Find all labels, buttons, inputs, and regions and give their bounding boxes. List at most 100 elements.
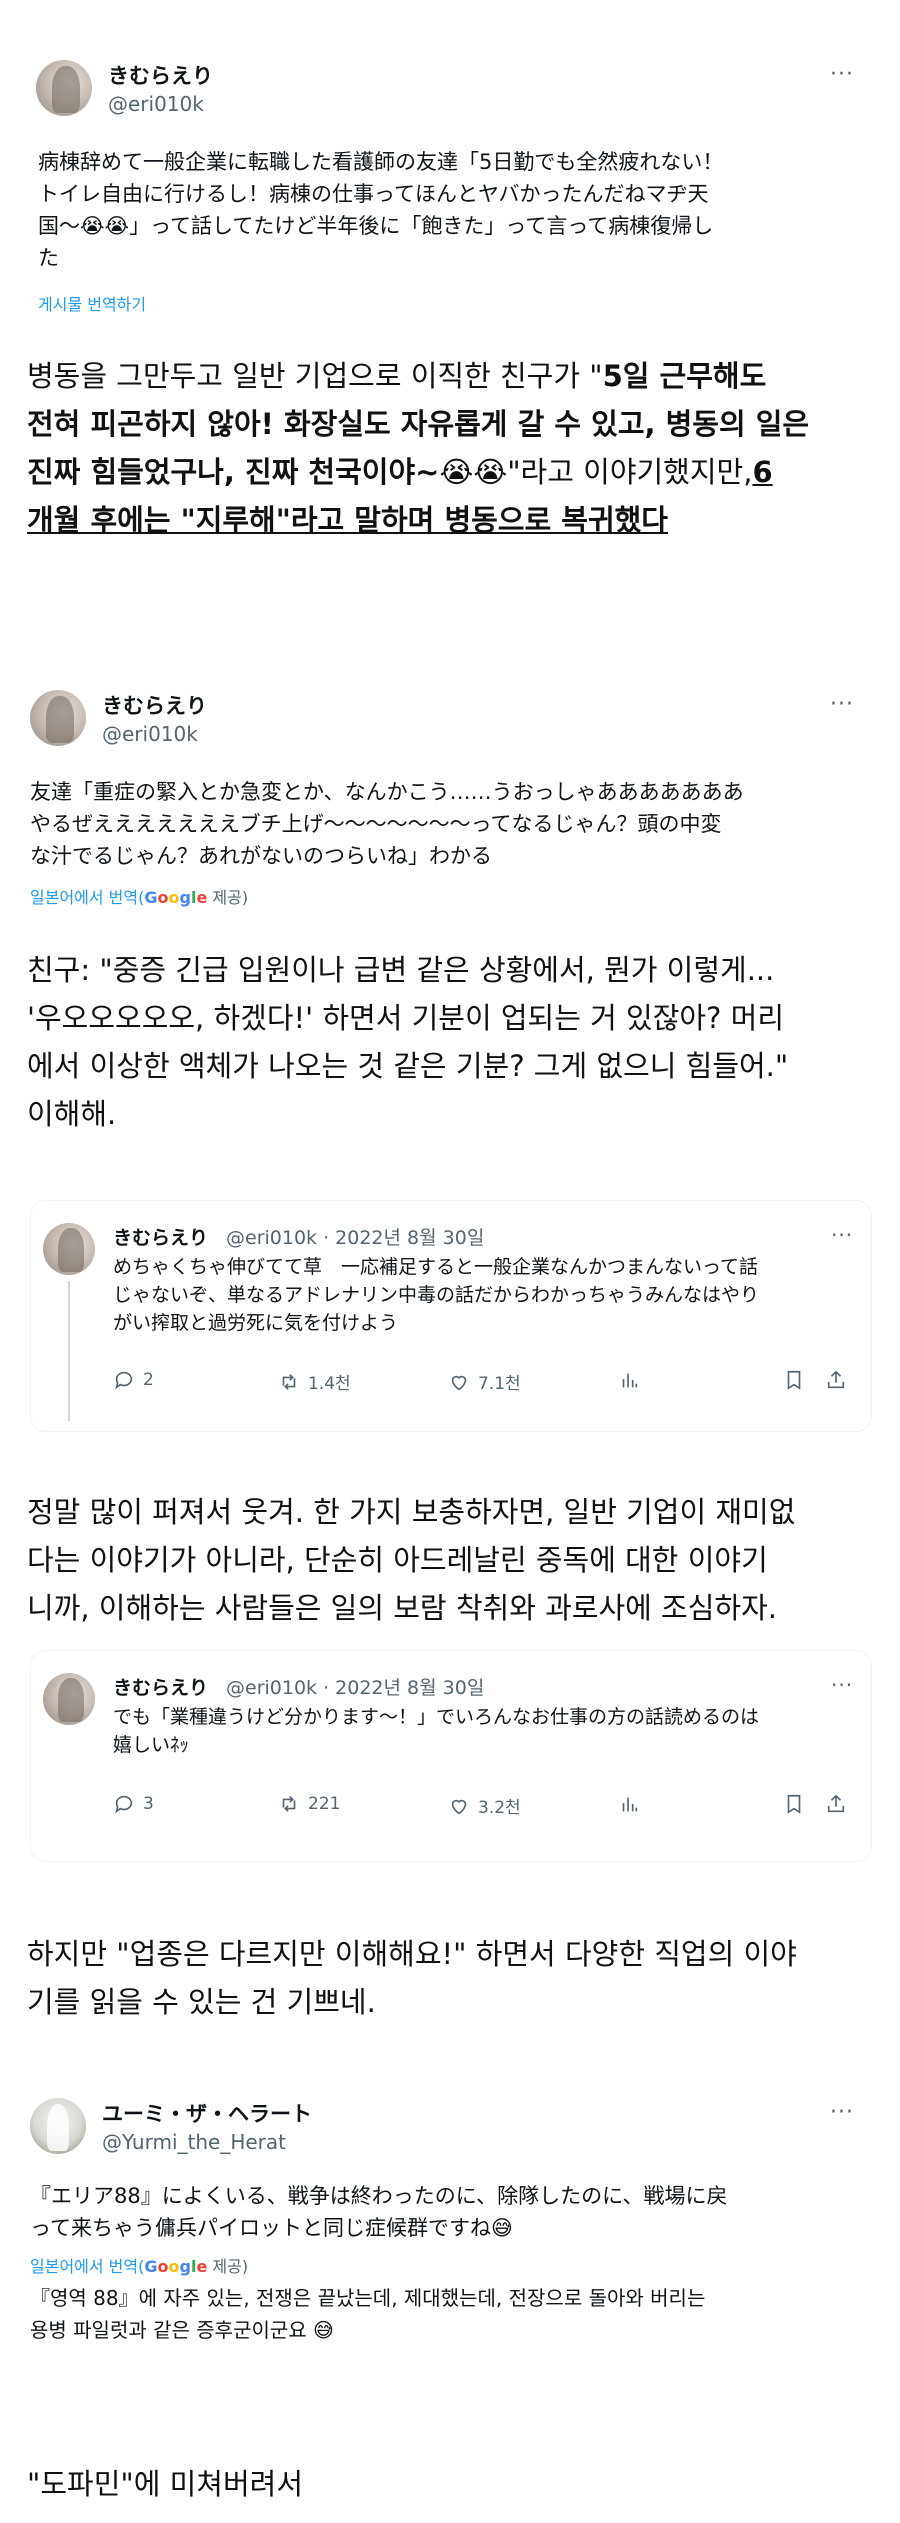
tweet-text-line: って来ちゃう傭兵パイロットと同じ症候群ですね😅 xyxy=(30,2216,513,2240)
user-handle-date[interactable]: @eri010k · 2022년 8월 30일 xyxy=(226,1223,484,1250)
like-count: 7.1천 xyxy=(478,1374,521,1394)
caption-text: 5일 근무해도 xyxy=(602,359,767,393)
translate-suffix: 제공) xyxy=(207,2257,249,2276)
tweet-text-line: 国〜😭😭」って話してたけど半年後に「飽きた」って言って病棟復帰し xyxy=(38,214,714,238)
like-button[interactable]: 7.1천 xyxy=(448,1369,521,1394)
bookmark-icon xyxy=(787,1370,801,1390)
user-handle[interactable]: @eri010k xyxy=(108,92,204,116)
caption-text: 정말 많이 퍼져서 웃겨. 한 가지 보충하자면, 일반 기업이 재미없 xyxy=(27,1495,796,1529)
translated-text-line: 용병 파일럿과 같은 증후군이군요 😅 xyxy=(30,2318,334,2342)
tweet-text: 病棟辞めて一般企業に転職した看護師の友達「5日勤でも全然疲れない！ トイレ自由に… xyxy=(38,146,878,274)
share-icon xyxy=(827,1370,845,1389)
more-dots-icon[interactable]: ··· xyxy=(830,62,854,87)
translate-prefix: 일본어에서 번역( xyxy=(30,2257,145,2276)
bookmark-button[interactable] xyxy=(783,1369,805,1391)
retweet-icon xyxy=(282,1796,296,1812)
caption-text: 개월 후에는 "지루해"라고 말하며 병동으로 복귀했다 xyxy=(27,503,668,537)
user-name[interactable]: きむらえり xyxy=(113,1223,208,1250)
tweet-text: 『エリア88』によくいる、戦争は終わったのに、除隊したのに、戦場に戻 って来ちゃ… xyxy=(30,2180,880,2244)
like-button[interactable]: 3.2천 xyxy=(448,1793,521,1818)
reply-card[interactable]: きむらえり @eri010k · 2022년 8월 30일 ··· めちゃくちゃ… xyxy=(30,1200,872,1432)
caption-text: "라고 이야기했지만, xyxy=(507,455,753,489)
tweet-text-line: 『エリア88』によくいる、戦争は終わったのに、除隊したのに、戦場に戻 xyxy=(30,2184,728,2208)
korean-caption: 정말 많이 퍼져서 웃겨. 한 가지 보충하자면, 일반 기업이 재미없 다는 … xyxy=(27,1488,877,1632)
tweet-text-line: めちゃくちゃ伸びてて草 一応補足すると一般企業なんかつまんないって話 xyxy=(113,1256,759,1278)
korean-caption: 친구: "중증 긴급 입원이나 급변 같은 상황에서, 뭔가 이렇게... '우… xyxy=(27,946,877,1138)
tweet-text-line: やるぜえええええええブチ上げ〜〜〜〜〜〜〜ってなるじゃん？頭の中変 xyxy=(30,812,722,836)
tweet-text-line: トイレ自由に行けるし！病棟の仕事ってほんとヤバかったんだねマヂ天 xyxy=(38,182,709,206)
caption-text: 병동을 그만두고 일반 기업으로 이직한 친구가 " xyxy=(27,359,603,393)
tweet-text-line: た xyxy=(38,246,59,270)
user-handle-date[interactable]: @eri010k · 2022년 8월 30일 xyxy=(226,1673,484,1700)
like-icon xyxy=(451,1375,467,1390)
google-logo: Google xyxy=(144,2257,208,2276)
bookmark-button[interactable] xyxy=(783,1793,805,1815)
caption-text: 다는 이야기가 아니라, 단순히 아드레날린 중독에 대한 이야기 xyxy=(27,1543,768,1577)
reply-count: 2 xyxy=(143,1370,154,1390)
caption-text: 기를 읽을 수 있는 건 기쁘네. xyxy=(27,1985,376,2019)
reply-icon xyxy=(115,1795,133,1814)
caption-text: '우오오오오오, 하겠다!' 하면서 기분이 업되는 거 있잖아? 머리 xyxy=(27,1001,785,1035)
avatar[interactable] xyxy=(30,690,86,746)
share-icon xyxy=(827,1794,845,1813)
tweet-text-line: でも「業種違うけど分かります〜！」でいろんなお仕事の方の話読めるのは xyxy=(113,1706,760,1728)
avatar[interactable] xyxy=(43,1673,95,1725)
reply-button[interactable]: 3 xyxy=(113,1793,154,1815)
user-name[interactable]: きむらえり xyxy=(113,1673,208,1700)
avatar[interactable] xyxy=(36,60,92,116)
translation-attribution[interactable]: 일본어에서 번역(Google 제공) xyxy=(30,2253,248,2277)
avatar[interactable] xyxy=(43,1223,95,1275)
views-button[interactable] xyxy=(618,1793,640,1815)
user-handle[interactable]: @eri010k xyxy=(102,722,198,746)
share-button[interactable] xyxy=(825,1793,847,1815)
korean-caption: 병동을 그만두고 일반 기업으로 이직한 친구가 "5일 근무해도 전혀 피곤하… xyxy=(27,352,877,544)
caption-text: 진짜 힘들었구나, 진짜 천국이야~😭😭 xyxy=(27,455,508,489)
translation-attribution[interactable]: 일본어에서 번역(Google 제공) xyxy=(30,884,248,908)
like-count: 3.2천 xyxy=(478,1798,521,1818)
google-logo: Google xyxy=(144,888,208,907)
views-icon xyxy=(622,1797,638,1812)
reply-icon xyxy=(115,1371,133,1390)
retweet-icon xyxy=(282,1373,296,1390)
tweet-text: でも「業種違うけど分かります〜！」でいろんなお仕事の方の話読めるのは 嬉しいﾈｯ xyxy=(113,1703,863,1759)
tweet-text: めちゃくちゃ伸びてて草 一応補足すると一般企業なんかつまんないって話 じゃないぞ… xyxy=(113,1253,863,1337)
reply-card[interactable]: きむらえり @eri010k · 2022년 8월 30일 ··· でも「業種違… xyxy=(30,1650,872,1862)
views-button[interactable] xyxy=(618,1369,640,1391)
retweet-button[interactable]: 221 xyxy=(278,1793,340,1815)
action-bar: 2 1.4천 7.1천 xyxy=(113,1369,853,1399)
translated-text-line: 『영역 88』에 자주 있는, 전쟁은 끝났는데, 제대했는데, 전장으로 돌아… xyxy=(30,2286,706,2310)
reply-count: 3 xyxy=(143,1794,154,1814)
tweet-text-line: な汁でるじゃん？あれがないのつらいね」わかる xyxy=(30,844,492,868)
user-handle[interactable]: @Yurmi_the_Herat xyxy=(102,2130,286,2154)
tweet-text-line: 病棟辞めて一般企業に転職した看護師の友達「5日勤でも全然疲れない！ xyxy=(38,150,724,174)
more-dots-icon[interactable]: ··· xyxy=(830,2100,854,2125)
retweet-count: 221 xyxy=(308,1794,341,1814)
user-name[interactable]: きむらえり xyxy=(108,60,213,90)
user-name[interactable]: ユーミ・ザ・ヘラート xyxy=(102,2098,312,2128)
action-bar: 3 221 3.2천 xyxy=(113,1793,853,1823)
more-dots-icon[interactable]: ··· xyxy=(831,1673,853,1697)
caption-text: 6 xyxy=(752,455,773,489)
thread-line xyxy=(68,1281,70,1421)
user-name[interactable]: きむらえり xyxy=(102,690,207,720)
retweet-button[interactable]: 1.4천 xyxy=(278,1369,351,1394)
caption-text: 전혀 피곤하지 않아! 화장실도 자유롭게 갈 수 있고, 병동의 일은 xyxy=(27,407,810,441)
retweet-count: 1.4천 xyxy=(308,1374,351,1394)
caption-text: 하지만 "업종은 다르지만 이해해요!" 하면서 다양한 직업의 이야 xyxy=(27,1937,797,1971)
like-icon xyxy=(451,1799,467,1814)
caption-text: 이해해. xyxy=(27,1097,117,1131)
tweet-text-line: がい搾取と過労死に気を付けよう xyxy=(113,1312,399,1334)
more-dots-icon[interactable]: ··· xyxy=(830,692,854,717)
translate-prefix: 일본어에서 번역( xyxy=(30,888,145,907)
caption-text: 니까, 이해하는 사람들은 일의 보람 착취와 과로사에 조심하자. xyxy=(27,1591,777,1625)
views-icon xyxy=(622,1373,638,1388)
share-button[interactable] xyxy=(825,1369,847,1391)
caption-text: 친구: "중증 긴급 입원이나 급변 같은 상황에서, 뭔가 이렇게... xyxy=(27,953,775,987)
caption-text: 에서 이상한 액체가 나오는 것 같은 기분? 그게 없으니 힘들어." xyxy=(27,1049,789,1083)
reply-button[interactable]: 2 xyxy=(113,1369,154,1391)
korean-caption: "도파민"에 미쳐버려서 xyxy=(27,2460,877,2508)
more-dots-icon[interactable]: ··· xyxy=(831,1223,853,1247)
avatar[interactable] xyxy=(30,2098,86,2154)
translate-post-link[interactable]: 게시물 번역하기 xyxy=(38,291,146,315)
tweet-text: 友達「重症の緊入とか急変とか、なんかこう……うおっしゃあああああああ やるぜええ… xyxy=(30,776,880,872)
